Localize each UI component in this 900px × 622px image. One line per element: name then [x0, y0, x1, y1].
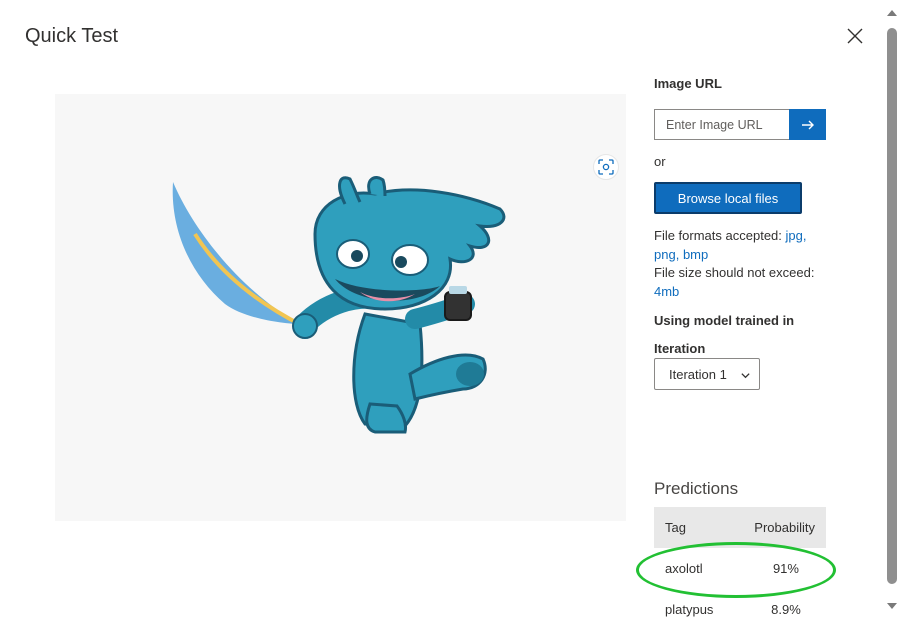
prediction-tag: platypus — [665, 602, 714, 617]
close-button[interactable] — [843, 24, 867, 48]
model-label: Using model trained in — [654, 313, 795, 328]
size-limit: 4mb — [654, 283, 680, 299]
table-row: axolotl 91% — [654, 548, 826, 589]
format-link-jpg[interactable]: jpg — [786, 228, 803, 243]
chevron-down-icon — [741, 373, 750, 379]
image-url-submit-button[interactable] — [789, 109, 826, 140]
image-preview — [55, 94, 626, 521]
image-focus-icon — [598, 159, 614, 175]
image-url-row — [654, 109, 826, 140]
browse-local-files-button[interactable]: Browse local files — [654, 182, 802, 214]
column-header-probability: Probability — [731, 507, 826, 548]
iteration-selected-value: Iteration 1 — [669, 366, 727, 382]
dialog-title: Quick Test — [25, 25, 118, 47]
scroll-down-arrow-icon[interactable] — [887, 603, 897, 609]
prediction-probability: 91% — [772, 561, 799, 576]
iteration-select[interactable]: Iteration 1 — [654, 358, 760, 390]
scroll-up-arrow-icon[interactable] — [887, 10, 897, 16]
size-text: File size should not exceed: — [654, 265, 815, 280]
scroll-thumb[interactable] — [887, 28, 897, 584]
image-focus-button[interactable] — [593, 154, 619, 180]
predictions-title: Predictions — [654, 479, 739, 498]
image-url-input[interactable] — [654, 109, 789, 140]
formats-text: File formats accepted: — [654, 228, 786, 243]
format-link-bmp[interactable]: bmp — [683, 247, 708, 262]
close-icon — [847, 28, 863, 44]
iteration-label: Iteration — [654, 341, 706, 356]
predictions-header-row: Tag Probability — [654, 507, 826, 548]
file-requirements: File formats accepted: jpg, png, bmp Fil… — [654, 228, 815, 299]
column-header-tag: Tag — [654, 507, 732, 548]
table-row: platypus 8.9% — [654, 589, 826, 622]
axolotl-mascot-image — [172, 176, 506, 434]
prediction-probability: 8.9% — [771, 602, 801, 617]
format-link-png[interactable]: png — [654, 247, 676, 262]
vertical-scrollbar[interactable] — [884, 0, 900, 622]
or-separator: or — [654, 154, 666, 169]
arrow-right-icon — [801, 120, 814, 129]
image-url-label: Image URL — [654, 76, 722, 91]
prediction-tag: axolotl — [665, 561, 703, 576]
predictions-table: Tag Probability axolotl 91% platypus 8.9… — [654, 507, 826, 622]
